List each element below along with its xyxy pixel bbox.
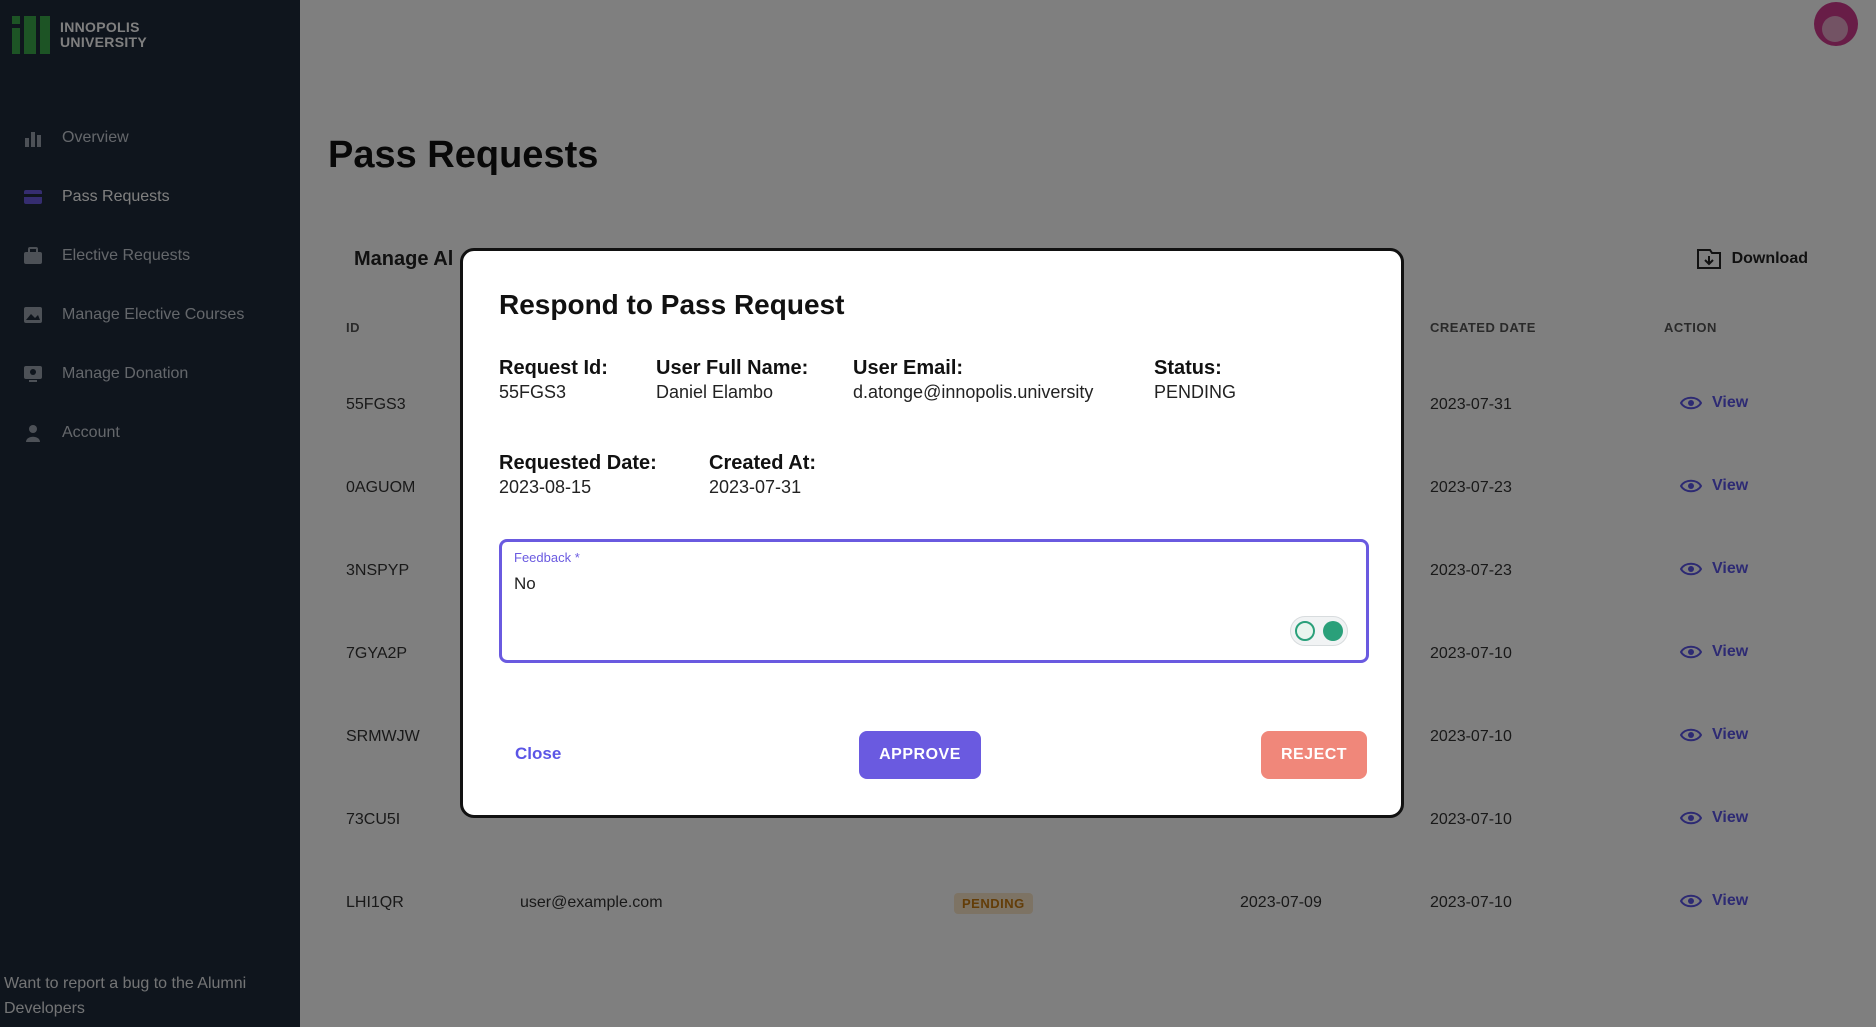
- full-name-field: User Full Name: Daniel Elambo: [656, 357, 808, 403]
- modal-title: Respond to Pass Request: [499, 289, 845, 320]
- lightbulb-icon[interactable]: [1295, 621, 1315, 641]
- reject-button[interactable]: REJECT: [1261, 731, 1367, 779]
- feedback-label: Feedback *: [514, 550, 580, 565]
- approve-button[interactable]: APPROVE: [859, 731, 981, 779]
- full-name-label: User Full Name:: [656, 357, 809, 379]
- request-id-field: Request Id: 55FGS3: [499, 357, 608, 403]
- status-field: Status: PENDING: [1154, 357, 1236, 403]
- feedback-input[interactable]: [514, 574, 1294, 594]
- request-id-label: Request Id:: [499, 357, 608, 379]
- email-value: d.atonge@innopolis.university: [853, 382, 1094, 402]
- requested-date-value: 2023-08-15: [499, 477, 592, 497]
- request-id-value: 55FGS3: [499, 382, 567, 402]
- close-button[interactable]: Close: [515, 744, 561, 764]
- created-at-label: Created At:: [709, 452, 817, 474]
- email-label: User Email:: [853, 357, 964, 379]
- requested-date-field: Requested Date: 2023-08-15: [499, 452, 657, 498]
- requested-date-label: Requested Date:: [499, 452, 657, 474]
- created-at-field: Created At: 2023-07-31: [709, 452, 816, 498]
- grammar-assistant-widget[interactable]: [1290, 616, 1348, 646]
- created-at-value: 2023-07-31: [709, 477, 802, 497]
- status-label: Status:: [1154, 357, 1222, 379]
- full-name-value: Daniel Elambo: [656, 382, 774, 402]
- respond-modal: Respond to Pass Request Request Id: 55FG…: [460, 248, 1404, 818]
- grammarly-icon[interactable]: [1323, 621, 1343, 641]
- status-value: PENDING: [1154, 382, 1237, 402]
- email-field: User Email: d.atonge@innopolis.universit…: [853, 357, 1093, 403]
- feedback-field[interactable]: Feedback *: [499, 539, 1369, 663]
